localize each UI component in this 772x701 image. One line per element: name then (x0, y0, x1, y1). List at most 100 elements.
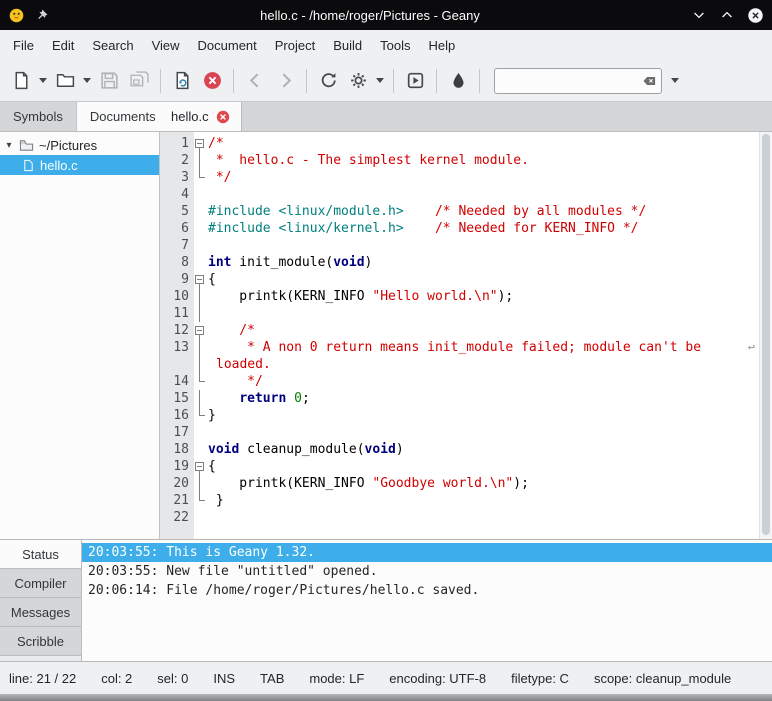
code-row[interactable]: loaded. (160, 356, 772, 373)
build-dropdown[interactable] (373, 66, 387, 96)
line-number[interactable]: 4 (160, 186, 194, 203)
search-input[interactable] (494, 68, 662, 94)
back-button[interactable] (240, 66, 270, 96)
line-number[interactable]: 16 (160, 407, 194, 424)
tab-symbols[interactable]: Symbols (0, 102, 77, 131)
line-number[interactable]: 18 (160, 441, 194, 458)
code-row[interactable]: 7 (160, 237, 772, 254)
code-row[interactable]: 6#include <linux/kernel.h> /* Needed for… (160, 220, 772, 237)
menu-file[interactable]: File (4, 33, 43, 58)
code-row[interactable]: 12 /* (160, 322, 772, 339)
fold-marker-box[interactable] (194, 322, 207, 339)
line-number[interactable]: 21 (160, 492, 194, 509)
save-button[interactable] (94, 66, 124, 96)
line-number[interactable]: 13 (160, 339, 194, 356)
menu-build[interactable]: Build (324, 33, 371, 58)
line-number[interactable]: 19 (160, 458, 194, 475)
code-row[interactable]: 19{ (160, 458, 772, 475)
code-row[interactable]: 22 (160, 509, 772, 526)
line-number[interactable]: 22 (160, 509, 194, 526)
tab-status[interactable]: Status (0, 540, 81, 569)
code-row[interactable]: 13 * A non 0 return means init_module fa… (160, 339, 772, 356)
code-row[interactable]: 14 */ (160, 373, 772, 390)
line-number[interactable]: 2 (160, 152, 194, 169)
compile-button[interactable] (313, 66, 343, 96)
code-row[interactable]: 20 printk(KERN_INFO "Goodbye world.\n"); (160, 475, 772, 492)
open-file-button[interactable] (50, 66, 80, 96)
maximize-button[interactable] (719, 7, 735, 23)
tree-item-file[interactable]: hello.c (0, 155, 159, 175)
line-number[interactable]: 15 (160, 390, 194, 407)
tab-documents[interactable]: Documents (77, 102, 170, 131)
fold-marker-box[interactable] (194, 135, 207, 152)
revert-button[interactable] (167, 66, 197, 96)
fold-marker-box[interactable] (194, 458, 207, 475)
line-number[interactable]: 1 (160, 135, 194, 152)
code-row[interactable]: 1/* (160, 135, 772, 152)
menu-project[interactable]: Project (266, 33, 324, 58)
code-row[interactable]: 18void cleanup_module(void) (160, 441, 772, 458)
line-number[interactable]: 17 (160, 424, 194, 441)
close-tab-icon[interactable] (216, 110, 230, 124)
tab-compiler[interactable]: Compiler (0, 569, 81, 598)
code-row[interactable]: 4 (160, 186, 772, 203)
code-row[interactable]: 8int init_module(void) (160, 254, 772, 271)
line-number[interactable]: 10 (160, 288, 194, 305)
line-number[interactable] (160, 356, 194, 373)
new-document-dropdown[interactable] (36, 66, 50, 96)
menu-tools[interactable]: Tools (371, 33, 419, 58)
new-document-button[interactable] (6, 66, 36, 96)
minimize-button[interactable] (691, 7, 707, 23)
run-button[interactable] (400, 66, 430, 96)
line-number[interactable]: 11 (160, 305, 194, 322)
status-message[interactable]: 20:06:14: File /home/roger/Pictures/hell… (82, 581, 772, 600)
close-document-button[interactable] (197, 66, 227, 96)
menu-edit[interactable]: Edit (43, 33, 83, 58)
code-row[interactable]: 2 * hello.c - The simplest kernel module… (160, 152, 772, 169)
menu-document[interactable]: Document (189, 33, 266, 58)
line-number[interactable]: 14 (160, 373, 194, 390)
close-window-button[interactable] (747, 7, 764, 24)
toolbar-overflow-button[interactable] (668, 66, 682, 96)
menu-help[interactable]: Help (420, 33, 465, 58)
code-row[interactable]: 17 (160, 424, 772, 441)
menu-view[interactable]: View (143, 33, 189, 58)
menu-search[interactable]: Search (83, 33, 142, 58)
build-button[interactable] (343, 66, 373, 96)
code-row[interactable]: 15 return 0; (160, 390, 772, 407)
line-number[interactable]: 20 (160, 475, 194, 492)
code-row[interactable]: 5#include <linux/module.h> /* Needed by … (160, 203, 772, 220)
code-row[interactable]: 9{ (160, 271, 772, 288)
code-row[interactable]: 21 } (160, 492, 772, 509)
line-number[interactable]: 7 (160, 237, 194, 254)
forward-button[interactable] (270, 66, 300, 96)
code-row[interactable]: 11 (160, 305, 772, 322)
save-all-button[interactable] (124, 66, 154, 96)
code-row[interactable]: 16} (160, 407, 772, 424)
scrollbar-thumb[interactable] (762, 134, 770, 535)
line-number[interactable]: 9 (160, 271, 194, 288)
code-editor[interactable]: 1/*2 * hello.c - The simplest kernel mod… (160, 132, 772, 539)
statusbar-item: TAB (260, 671, 284, 686)
expander-icon[interactable]: ▾ (4, 140, 14, 151)
line-number[interactable]: 5 (160, 203, 194, 220)
clear-search-icon[interactable] (641, 73, 658, 89)
line-number[interactable]: 12 (160, 322, 194, 339)
color-chooser-button[interactable] (443, 66, 473, 96)
code-row[interactable]: 10 printk(KERN_INFO "Hello world.\n"); (160, 288, 772, 305)
line-number[interactable]: 8 (160, 254, 194, 271)
line-number[interactable]: 6 (160, 220, 194, 237)
fold-marker-box[interactable] (194, 271, 207, 288)
statusbar-item: filetype: C (511, 671, 569, 686)
editor-scrollbar[interactable] (759, 132, 772, 539)
open-file-dropdown[interactable] (80, 66, 94, 96)
status-message[interactable]: 20:03:55: This is Geany 1.32. (82, 543, 772, 562)
line-number[interactable]: 3 (160, 169, 194, 186)
tree-item-folder[interactable]: ▾ ~/Pictures (0, 135, 159, 155)
file-icon (22, 159, 35, 172)
status-message[interactable]: 20:03:55: New file "untitled" opened. (82, 562, 772, 581)
tab-scribble[interactable]: Scribble (0, 627, 81, 656)
tab-messages[interactable]: Messages (0, 598, 81, 627)
editor-tab-hello-c[interactable]: hello.c (160, 102, 242, 131)
code-row[interactable]: 3 */ (160, 169, 772, 186)
